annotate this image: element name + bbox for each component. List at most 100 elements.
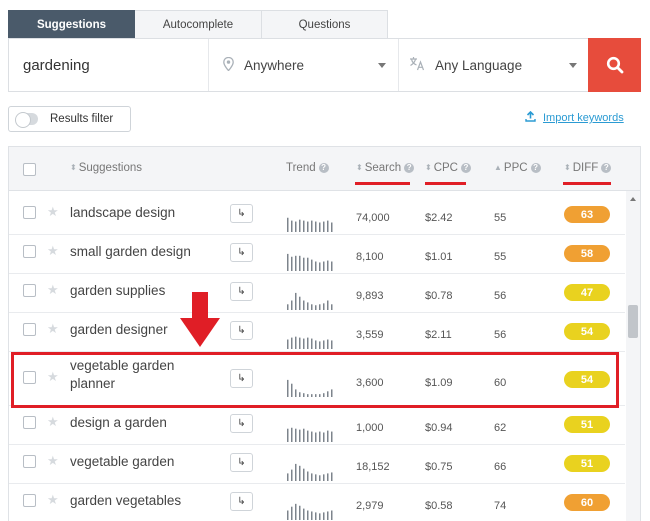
header-suggestions[interactable]: ⬍ Suggestions xyxy=(70,162,142,174)
diff-badge: 58 xyxy=(564,245,610,262)
language-select[interactable]: Any Language xyxy=(399,39,589,91)
trend-bar xyxy=(315,221,317,232)
table-row[interactable]: ★ small garden design ↳ 8,100 $1.01 55 58 xyxy=(9,235,625,274)
trend-sparkline xyxy=(287,379,333,397)
star-icon[interactable]: ★ xyxy=(47,369,59,385)
row-checkbox[interactable] xyxy=(23,206,36,219)
add-to-list-button[interactable]: ↳ xyxy=(230,369,253,388)
keyword-text[interactable]: small garden design xyxy=(70,243,220,261)
table-row[interactable]: ★ landscape design ↳ 74,000 $2.42 55 63 xyxy=(9,196,625,235)
trend-bar xyxy=(299,465,301,481)
trend-bar xyxy=(287,217,289,232)
trend-bar xyxy=(307,510,309,520)
row-checkbox[interactable] xyxy=(23,416,36,429)
trend-bar xyxy=(315,432,317,442)
trend-bar xyxy=(295,292,297,310)
scrollbar-thumb[interactable] xyxy=(628,305,638,338)
row-checkbox[interactable] xyxy=(23,371,36,384)
add-to-list-button[interactable]: ↳ xyxy=(230,282,253,301)
add-to-list-button[interactable]: ↳ xyxy=(230,204,253,223)
scroll-up-arrow[interactable] xyxy=(630,197,636,201)
keyword-text[interactable]: vegetable garden planner xyxy=(70,357,220,393)
trend-bar xyxy=(291,469,293,481)
ppc-value: 56 xyxy=(494,290,507,302)
trend-bar xyxy=(307,221,309,232)
trend-bar xyxy=(299,505,301,520)
add-to-list-button[interactable]: ↳ xyxy=(230,492,253,511)
table-row[interactable]: ★ garden supplies ↳ 9,893 $0.78 56 47 xyxy=(9,274,625,313)
help-icon[interactable]: ? xyxy=(601,163,612,173)
location-select[interactable]: Anywhere xyxy=(209,39,399,91)
star-icon[interactable]: ★ xyxy=(47,453,59,469)
trend-bar xyxy=(323,340,325,349)
search-volume: 1,000 xyxy=(356,422,384,434)
row-checkbox[interactable] xyxy=(23,455,36,468)
keyword-text[interactable]: landscape design xyxy=(70,204,220,222)
tab-questions[interactable]: Questions xyxy=(262,10,388,38)
keyword-text[interactable]: garden vegetables xyxy=(70,492,220,510)
search-button[interactable] xyxy=(588,38,641,92)
trend-sparkline xyxy=(287,503,333,520)
row-checkbox[interactable] xyxy=(23,323,36,336)
tab-autocomplete[interactable]: Autocomplete xyxy=(135,10,262,38)
header-ppc[interactable]: ▲ PPC ? xyxy=(494,162,541,174)
toggle-switch[interactable] xyxy=(15,112,38,128)
trend-bar xyxy=(323,432,325,442)
cpc-value: $1.09 xyxy=(425,377,453,389)
diff-badge: 47 xyxy=(564,284,610,301)
trend-bar xyxy=(327,473,329,481)
help-icon[interactable]: ? xyxy=(530,163,541,173)
tab-suggestions[interactable]: Suggestions xyxy=(8,10,135,38)
row-checkbox[interactable] xyxy=(23,245,36,258)
results-filter-toggle[interactable]: Results filter xyxy=(8,106,131,132)
add-to-list-button[interactable]: ↳ xyxy=(230,453,253,472)
keyword-text[interactable]: vegetable garden xyxy=(70,453,220,471)
select-all-checkbox[interactable] xyxy=(23,163,36,176)
add-to-list-button[interactable]: ↳ xyxy=(230,243,253,262)
header-diff[interactable]: ⬍ DIFF ? xyxy=(564,162,612,174)
row-checkbox[interactable] xyxy=(23,284,36,297)
search-volume: 8,100 xyxy=(356,251,384,263)
table-row[interactable]: ★ garden designer ↳ 3,559 $2.11 56 54 xyxy=(9,313,625,352)
trend-bar xyxy=(319,394,321,397)
star-icon[interactable]: ★ xyxy=(47,492,59,508)
trend-bar xyxy=(291,220,293,232)
trend-bar xyxy=(299,337,301,349)
add-to-list-button[interactable]: ↳ xyxy=(230,414,253,433)
trend-bar xyxy=(287,473,289,481)
star-icon[interactable]: ★ xyxy=(47,282,59,298)
header-search[interactable]: ⬍ Search ? xyxy=(356,162,415,174)
ppc-value: 74 xyxy=(494,500,507,512)
cpc-value: $0.58 xyxy=(425,500,453,512)
table-header: ⬍ Suggestions Trend ? ⬍ Search ? ⬍ CPC ?… xyxy=(9,147,640,191)
star-icon[interactable]: ★ xyxy=(47,414,59,430)
star-icon[interactable]: ★ xyxy=(47,204,59,220)
keyword-text[interactable]: design a garden xyxy=(70,414,220,432)
trend-sparkline xyxy=(287,253,333,271)
trend-bar xyxy=(315,305,317,310)
trend-bar xyxy=(311,473,313,481)
ppc-value: 55 xyxy=(494,212,507,224)
trend-bar xyxy=(307,257,309,271)
location-value: Anywhere xyxy=(244,57,305,73)
cpc-value: $0.78 xyxy=(425,290,453,302)
table-row[interactable]: ★ design a garden ↳ 1,000 $0.94 62 51 xyxy=(9,406,625,445)
table-row[interactable]: ★ garden vegetables ↳ 2,979 $0.58 74 60 xyxy=(9,484,625,521)
keyword-input[interactable]: gardening xyxy=(9,39,209,91)
add-to-list-button[interactable]: ↳ xyxy=(230,321,253,340)
search-bar: gardening Anywhere Any Language xyxy=(8,38,641,92)
trend-bar xyxy=(295,336,297,349)
red-arrow-annotation xyxy=(180,292,220,347)
table-row[interactable]: ★ vegetable garden planner ↳ 3,600 $1.09 60 54 xyxy=(9,355,625,406)
scrollbar[interactable] xyxy=(626,191,640,521)
import-keywords-link[interactable]: Import keywords xyxy=(525,110,624,125)
star-icon[interactable]: ★ xyxy=(47,321,59,337)
help-icon[interactable]: ? xyxy=(318,163,329,173)
help-icon[interactable]: ? xyxy=(404,163,415,173)
row-checkbox[interactable] xyxy=(23,494,36,507)
help-icon[interactable]: ? xyxy=(460,163,471,173)
header-cpc[interactable]: ⬍ CPC ? xyxy=(425,162,471,174)
table-row[interactable]: ★ vegetable garden ↳ 18,152 $0.75 66 51 xyxy=(9,445,625,484)
star-icon[interactable]: ★ xyxy=(47,243,59,259)
trend-bar xyxy=(327,300,329,310)
